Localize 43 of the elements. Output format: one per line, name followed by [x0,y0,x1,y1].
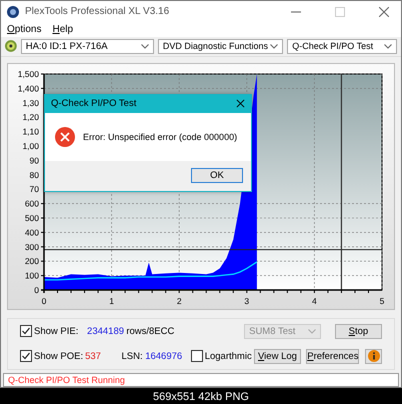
lsn-label: LSN: [122,350,144,362]
y-tick-label: 400 [24,227,39,238]
function-dropdown[interactable]: DVD Diagnostic Functions [158,38,284,54]
y-tick-label: 1,00 [22,140,39,151]
unit-label: rows/8ECC [126,326,176,337]
checkbox-label: Show POE: [34,350,84,362]
pie-value: 2344189 [87,326,126,337]
x-tick-label: 0 [42,296,46,306]
preferences-button[interactable]: Preferences [306,348,360,364]
y-tick-label: 200 [24,256,39,266]
y-tick-label: 500 [24,212,39,223]
x-tick-label: 5 [380,296,384,306]
x-tick-label: 3 [244,296,250,306]
y-tick-label: 1,400 [18,83,39,94]
dialog-title: Q-Check PI/PO Test [51,98,136,110]
y-tick-label: 0 [34,284,39,295]
x-tick-label: 2 [176,296,182,306]
y-tick-label: 1,20 [22,112,39,122]
menu-item[interactable]: Options [7,24,42,35]
checkbox-label: Logarthmic [204,350,252,362]
ok-button[interactable]: OK [191,168,243,184]
y-tick-label: 600 [24,198,39,208]
y-tick-label: 70 [30,184,39,194]
menu-item[interactable]: Help [52,24,74,35]
x-tick-label: 4 [312,296,317,306]
y-tick-label: 100 [24,270,39,280]
window-title: PlexTools Professional XL V3.16 [25,6,170,18]
stop-button[interactable]: Stop [334,324,382,339]
drive-dropdown[interactable]: HA:0 ID:1 PX-716A [20,38,154,54]
status-bar: Q-Check PI/PO Test Running [3,373,399,387]
view-log-button[interactable]: View Log [254,348,302,364]
y-tick-label: 80 [30,170,39,180]
error-message: Error: Unspecified error (code 000000) [83,132,238,142]
y-tick-label: 1,10 [22,126,39,136]
checkbox-label: Show PIE: [34,326,80,337]
y-tick-label: 1,30 [22,98,39,108]
x-tick-label: 1 [109,296,114,306]
y-tick-label: 1,500 [18,68,39,79]
y-tick-label: 90 [30,155,39,166]
y-tick-label: 300 [24,242,39,252]
poe-value: 537 [85,350,102,362]
lsn-value: 1646976 [145,350,184,362]
test-dropdown[interactable]: Q-Check PI/PO Test [287,38,397,54]
